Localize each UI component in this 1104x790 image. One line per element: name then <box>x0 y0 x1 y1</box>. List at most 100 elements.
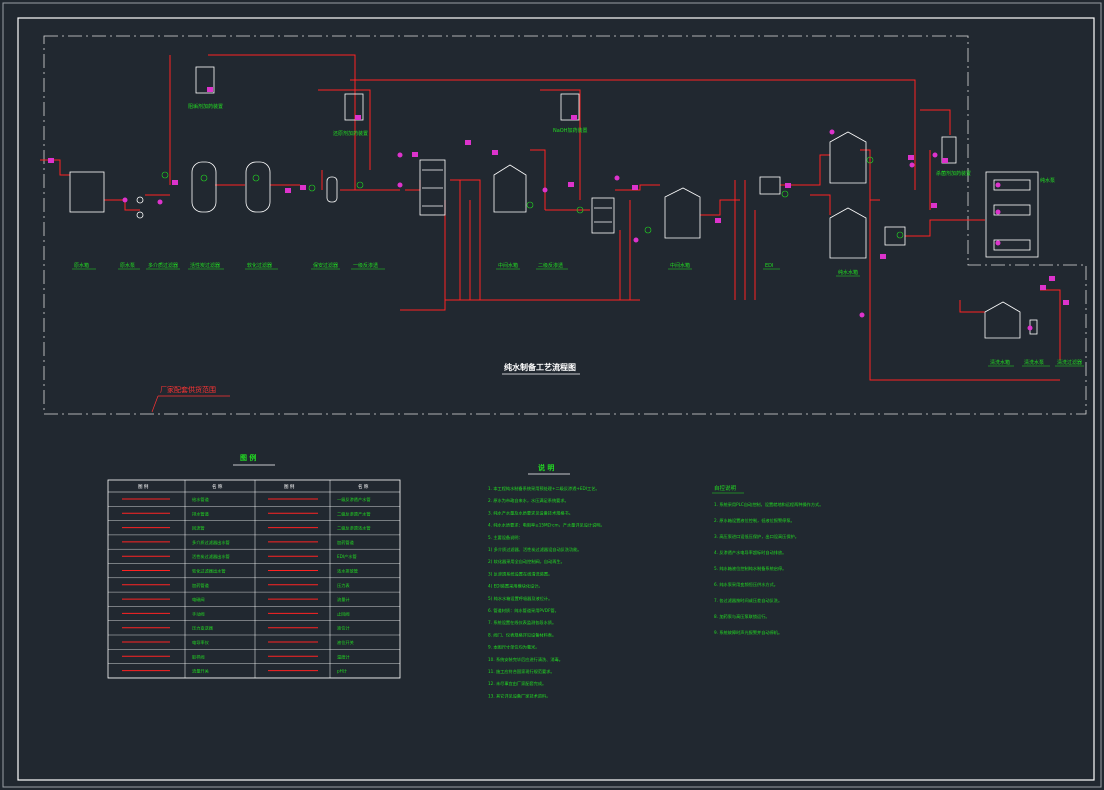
polishing-box <box>884 226 906 246</box>
note-line: 6. 管道材质：纯水管道采用PVDF管。 <box>488 607 559 614</box>
legend-name: 多介质过滤器出水管 <box>192 539 230 546</box>
equipment-label-group: 原水箱 原水泵 多介质过滤器 活性炭过滤器 软化过滤器 保安过滤器 一级反渗透 … <box>74 103 1082 366</box>
control-note-line: 5. 纯水箱液位控制纯水制备系统启停。 <box>714 565 786 572</box>
legend-name: 加药管道 <box>192 582 210 589</box>
legend-name: 流量开关 <box>192 668 209 675</box>
legend-name: 排水管道 <box>192 510 210 517</box>
legend-name: 软化过滤器出水管 <box>192 568 226 575</box>
note-line: 10. 系统安装完毕后应进行清洗、消毒。 <box>488 656 563 663</box>
cad-drawing: 原水箱 原水泵 多介质过滤器 活性炭过滤器 软化过滤器 保安过滤器 一级反渗透 … <box>2 2 1102 788</box>
control-note-line: 9. 系统故障时声光报警并自动停机。 <box>714 629 782 636</box>
label-carbon-filter: 活性炭过滤器 <box>190 262 220 269</box>
label-pure-water-pump: 纯水泵 <box>1040 177 1055 184</box>
label-ro2: 二级反渗透 <box>538 262 563 269</box>
edi-unit <box>759 176 781 195</box>
legend-name: 取样阀 <box>192 653 205 660</box>
legend-name: 加药管道 <box>337 539 355 546</box>
security-filter <box>326 176 338 203</box>
intermediate-tank-1 <box>493 164 527 213</box>
label-intermediate-tank-1: 中间水箱 <box>498 262 518 269</box>
note-line: 4. 纯水水质要求：电阻率≥15MΩ·cm，产水量详见设计说明。 <box>488 522 605 529</box>
control-note-line: 7. 各过滤器按时间或压差自动反洗。 <box>714 597 782 604</box>
label-ro1: 一级反渗透 <box>353 262 378 269</box>
label-intermediate-tank-2: 中间水箱 <box>670 262 690 269</box>
ro1-membranes <box>419 159 446 216</box>
control-note-line: 1. 系统采用PLC自动控制，设置就地和远程两种操作方式。 <box>714 501 823 508</box>
label-naoh-dosing: NaOH加药装置 <box>553 127 588 134</box>
label-security-filter: 保安过滤器 <box>313 262 338 269</box>
note-line: 1. 本工程纯水制备系统采用预处理+二级反渗透+EDI工艺。 <box>488 485 600 492</box>
label-cleaning-tank: 清洗水箱 <box>990 359 1010 366</box>
drawing-title: 纯水制备工艺流程图 <box>504 362 576 372</box>
legend-name: 浓水排放管 <box>337 568 358 575</box>
ro2-membranes <box>591 197 615 234</box>
legend-name: 一级反渗透产水管 <box>337 496 371 503</box>
multimedia-filter <box>191 161 217 213</box>
control-note-line: 8. 加药泵与高压泵联锁运行。 <box>714 613 770 620</box>
intermediate-tank-2 <box>664 187 701 239</box>
legend-header-name-1: 名 称 <box>212 483 223 490</box>
control-note-line: 6. 纯水泵采用变频恒压供水方式。 <box>714 581 778 588</box>
control-note-line: 3. 高压泵进口设低压保护，出口设高压保护。 <box>714 533 799 540</box>
label-pure-water-tank: 纯水水箱 <box>838 269 858 276</box>
legend-name: 压力表 <box>337 582 350 589</box>
legend-name: 活性炭过滤器出水管 <box>192 553 230 560</box>
legend-name: 二级反渗透产水管 <box>337 510 371 517</box>
note-line: 3. 纯水产水量及水质要求见设备技术规格书。 <box>488 509 573 516</box>
legend-name: 液位开关 <box>337 639 354 646</box>
label-underlines <box>72 268 1084 367</box>
legend-name: EDI产水管 <box>337 553 357 560</box>
legend-name: 压力变送器 <box>192 625 214 632</box>
label-cleaning-pump: 清洗水泵 <box>1024 359 1044 366</box>
note-line: 2) 软化器采用全自动控制阀，自动再生。 <box>488 558 565 565</box>
label-raw-water-tank: 原水箱 <box>74 262 89 269</box>
label-multimedia-filter: 多介质过滤器 <box>148 262 178 269</box>
control-title: 自控说明 <box>714 484 737 492</box>
control-notes-block: 1. 系统采用PLC自动控制，设置就地和远程两种操作方式。 2. 原水箱设置液位控… <box>714 501 823 636</box>
note-line: 13. 其它详见设备厂家技术资料。 <box>488 692 550 699</box>
legend-name: 回流管 <box>192 525 205 532</box>
legend-title: 图 例 <box>240 453 256 462</box>
cleaning-tank <box>984 301 1021 339</box>
notes-title: 说 明 <box>538 463 554 472</box>
legend-header-symbol-1: 图 例 <box>138 483 149 490</box>
note-line: 7. 系统设置在线仪表监测各段水质。 <box>488 619 556 626</box>
control-note-line: 2. 原水箱设置液位控制，低液位报警停泵。 <box>714 517 795 524</box>
label-antiscalant-dosing: 阻垢剂加药装置 <box>188 103 223 110</box>
label-biocide-dosing: 杀菌剂加药装置 <box>936 170 971 177</box>
label-raw-water-pump: 原水泵 <box>120 262 135 269</box>
note-line: 3) 反渗透系统设置在线清洗装置。 <box>488 570 552 577</box>
legend-name: 手动阀 <box>192 610 205 617</box>
label-cleaning-filter: 清洗过滤器 <box>1057 359 1082 366</box>
legend-name: 二级反渗透浓水管 <box>337 525 371 532</box>
legend-name: pH计 <box>337 668 347 675</box>
legend-name: 电磁阀 <box>192 596 205 603</box>
legend-header-name-2: 名 称 <box>358 483 369 490</box>
legend-name: 流量计 <box>337 596 350 603</box>
note-line: 8. 阀门、仪表规格详见设备材料表。 <box>488 631 556 638</box>
note-line: 4) EDI装置采用模块化设计。 <box>488 583 543 590</box>
control-note-line: 4. 反渗透产水电导率超标时自动排放。 <box>714 549 786 556</box>
legend-name: 温度计 <box>337 653 350 660</box>
label-reductant-dosing: 还原剂加药装置 <box>333 130 368 137</box>
note-line: 12. 未尽事宜由厂家配套完成。 <box>488 680 546 687</box>
legend-name: 电导率仪 <box>192 639 210 646</box>
legend-header-symbol-2: 图 例 <box>284 483 295 490</box>
pure-water-tank-1 <box>829 131 867 184</box>
note-line: 1) 多介质过滤器、活性炭过滤器设自动反洗功能。 <box>488 546 582 553</box>
label-softener: 软化过滤器 <box>247 262 272 269</box>
note-line: 2. 原水为市政自来水，水压满足系统要求。 <box>488 497 569 504</box>
scope-label: 厂家配套供货范围 <box>160 385 216 394</box>
note-line: 11. 施工应符合国家现行规范要求。 <box>488 668 555 675</box>
raw-water-tank <box>69 171 105 213</box>
legend-table: 图 例 名 称 图 例 名 称 给水管道 一级反渗透产水管排水管道 二级反渗透产水管… <box>107 479 401 679</box>
notes-block: 1. 本工程纯水制备系统采用预处理+二级反渗透+EDI工艺。 2. 原水为市政自来… <box>488 485 605 699</box>
note-line: 5. 主要设备说明： <box>488 534 523 541</box>
carbon-filter <box>245 161 271 213</box>
legend-name: 止回阀 <box>337 610 350 617</box>
note-line: 5) 纯水水箱设置呼吸器及液位计。 <box>488 595 552 602</box>
note-line: 9. 本图尺寸单位均为毫米。 <box>488 644 539 651</box>
pure-water-tank-2 <box>829 207 867 259</box>
legend-name: 给水管道 <box>192 496 210 503</box>
legend-name: 液位计 <box>337 625 350 632</box>
